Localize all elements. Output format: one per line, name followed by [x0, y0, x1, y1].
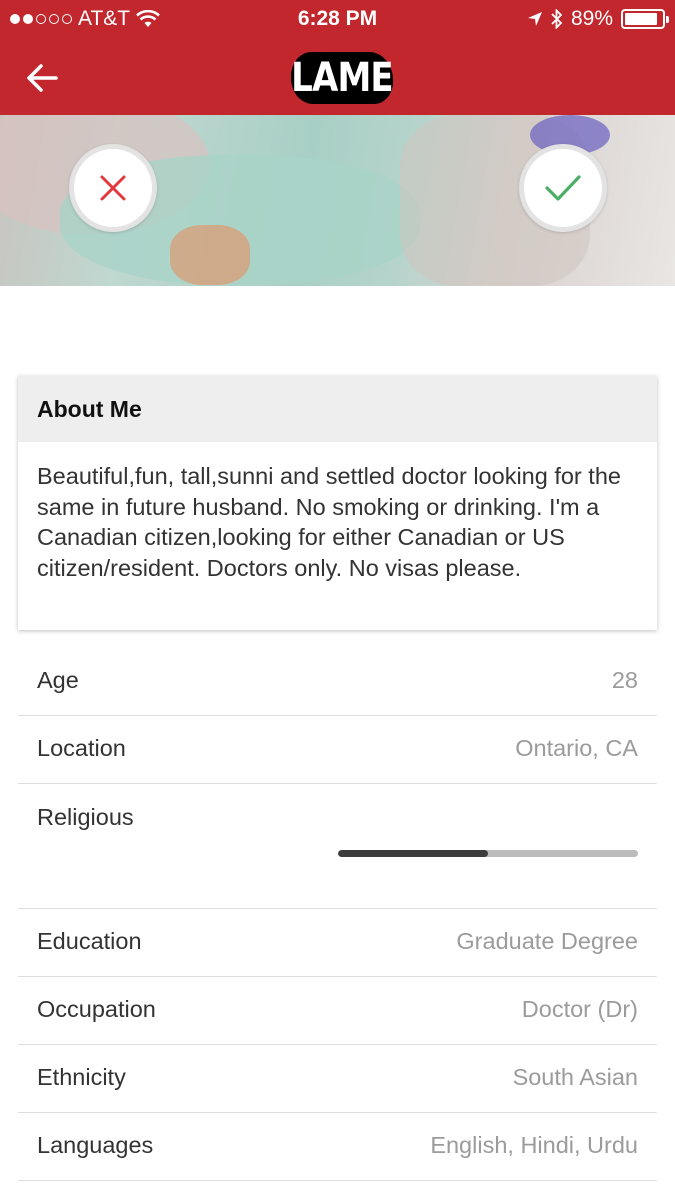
detail-label: Age — [37, 667, 79, 693]
photo-region — [170, 225, 250, 285]
detail-row-languages: Languages English, Hindi, Urdu — [18, 1113, 657, 1181]
battery-percent: 89% — [570, 7, 613, 30]
bluetooth-icon — [551, 9, 563, 29]
arrow-left-icon — [27, 64, 58, 92]
battery-tip — [666, 16, 669, 23]
like-button[interactable] — [519, 144, 607, 232]
detail-row-ethnicity: Ethnicity South Asian — [18, 1045, 657, 1113]
checkmark-icon — [545, 175, 581, 201]
detail-row-age: Age 28 — [18, 648, 657, 716]
back-button[interactable] — [22, 58, 62, 98]
detail-label: Religious — [37, 804, 134, 830]
detail-value: 28 — [611, 667, 638, 693]
battery-level — [625, 13, 658, 25]
detail-label: Ethnicity — [37, 1064, 126, 1090]
meter-fill — [338, 850, 488, 857]
detail-label: Location — [37, 735, 126, 761]
detail-row-occupation: Occupation Doctor (Dr) — [18, 977, 657, 1045]
detail-value: South Asian — [512, 1064, 638, 1090]
detail-value: Ontario, CA — [515, 735, 638, 761]
detail-row-education: Education Graduate Degree — [18, 909, 657, 977]
close-icon — [100, 175, 126, 201]
reject-button[interactable] — [69, 144, 157, 232]
detail-value: Graduate Degree — [456, 928, 638, 954]
detail-label: Languages — [37, 1132, 154, 1158]
location-arrow-icon — [527, 12, 542, 26]
detail-label: Education — [37, 928, 142, 954]
about-me-text: Beautiful,fun, tall,sunni and settled do… — [37, 463, 621, 581]
status-right: 89% — [527, 7, 669, 31]
status-bar: AT&T 6:28 PM 89% — [0, 0, 675, 40]
detail-row-location: Location Ontario, CA — [18, 716, 657, 784]
app-title: LAME — [291, 52, 394, 104]
about-me-heading: About Me — [18, 376, 657, 442]
battery-icon — [621, 9, 669, 29]
app-header: AT&T 6:28 PM 89% LAME — [0, 0, 675, 115]
religious-level-meter — [338, 850, 638, 857]
detail-label: Occupation — [37, 996, 156, 1022]
detail-value: English, Hindi, Urdu — [430, 1132, 638, 1158]
detail-row-religious: Religious — [18, 784, 657, 909]
about-me-card: About Me Beautiful,fun, tall,sunni and s… — [18, 376, 657, 630]
detail-value: Doctor (Dr) — [521, 996, 638, 1022]
